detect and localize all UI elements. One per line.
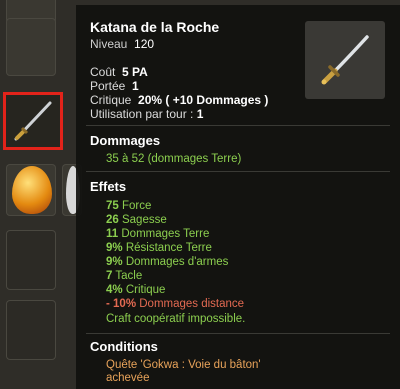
item-tooltip: Katana de la Roche Niveau 120 Coût 5 PA … bbox=[76, 5, 400, 389]
crit-label: Critique bbox=[90, 93, 132, 107]
dofus-egg-icon bbox=[12, 166, 52, 214]
effect-line: 11 Dommages Terre bbox=[106, 227, 244, 241]
effect-line: 4% Critique bbox=[106, 283, 244, 297]
uses-row: Utilisation par tour : 1 bbox=[90, 107, 268, 121]
crit-row: Critique 20% ( +10 Dommages ) bbox=[90, 93, 268, 107]
condition-line-1: Quête 'Gokwa : Voie du bâton' bbox=[106, 359, 261, 371]
effect-value: 26 bbox=[106, 214, 119, 226]
selected-weapon-slot[interactable] bbox=[3, 92, 63, 150]
divider bbox=[86, 171, 390, 172]
item-name: Katana de la Roche bbox=[90, 19, 220, 35]
divider bbox=[86, 333, 390, 334]
item-image bbox=[305, 21, 385, 99]
item-stats: Coût 5 PA Portée 1 Critique 20% ( +10 Do… bbox=[90, 65, 268, 121]
level-label: Niveau bbox=[90, 37, 128, 51]
effect-value: 9% bbox=[106, 242, 123, 254]
level-value: 120 bbox=[134, 37, 155, 51]
crit-value: 20% ( +10 Dommages ) bbox=[138, 93, 269, 107]
effect-line: 75 Force bbox=[106, 199, 244, 213]
cost-value: 5 PA bbox=[122, 65, 148, 79]
cost-label: Coût bbox=[90, 65, 116, 79]
effect-line: 9% Résistance Terre bbox=[106, 241, 244, 255]
range-label: Portée bbox=[90, 79, 126, 93]
effect-value: 11 bbox=[106, 228, 119, 240]
craft-note: Craft coopératif impossible. bbox=[106, 313, 246, 325]
inventory-slot[interactable] bbox=[6, 230, 56, 290]
effect-label: Dommages distance bbox=[136, 298, 245, 310]
inventory-slot[interactable] bbox=[6, 300, 56, 360]
uses-label: Utilisation par tour : bbox=[90, 107, 194, 121]
range-row: Portée 1 bbox=[90, 79, 268, 93]
effect-value: 4% bbox=[106, 284, 123, 296]
item-level: Niveau 120 bbox=[90, 37, 154, 51]
damage-heading: Dommages bbox=[90, 133, 161, 148]
effect-value: 75 bbox=[106, 200, 119, 212]
inventory-slot[interactable] bbox=[6, 18, 56, 76]
effect-line: - 10% Dommages distance bbox=[106, 297, 244, 311]
katana-icon bbox=[321, 35, 369, 85]
effects-heading: Effets bbox=[90, 179, 127, 194]
range-value: 1 bbox=[132, 79, 139, 93]
effect-label: Résistance Terre bbox=[122, 242, 212, 254]
katana-icon bbox=[14, 101, 52, 141]
effect-value: - 10% bbox=[106, 298, 137, 310]
effect-label: Tacle bbox=[112, 270, 143, 282]
conditions-heading: Conditions bbox=[90, 339, 158, 354]
divider bbox=[86, 125, 390, 126]
effect-label: Dommages Terre bbox=[118, 228, 210, 240]
condition-line-2: achevée bbox=[106, 372, 150, 384]
effect-line: 7 Tacle bbox=[106, 269, 244, 283]
effect-label: Sagesse bbox=[118, 214, 167, 226]
uses-value: 1 bbox=[196, 107, 204, 121]
effect-label: Critique bbox=[122, 284, 166, 296]
damage-value: 35 à 52 (dommages Terre) bbox=[106, 153, 242, 165]
effects-list: 75 Force 26 Sagesse 11 Dommages Terre 9% Ré… bbox=[106, 199, 244, 311]
effect-label: Force bbox=[118, 200, 152, 212]
effect-label: Dommages d'armes bbox=[122, 256, 229, 268]
effect-line: 26 Sagesse bbox=[106, 213, 244, 227]
cost-row: Coût 5 PA bbox=[90, 65, 268, 79]
effect-value: 9% bbox=[106, 256, 123, 268]
effect-line: 9% Dommages d'armes bbox=[106, 255, 244, 269]
